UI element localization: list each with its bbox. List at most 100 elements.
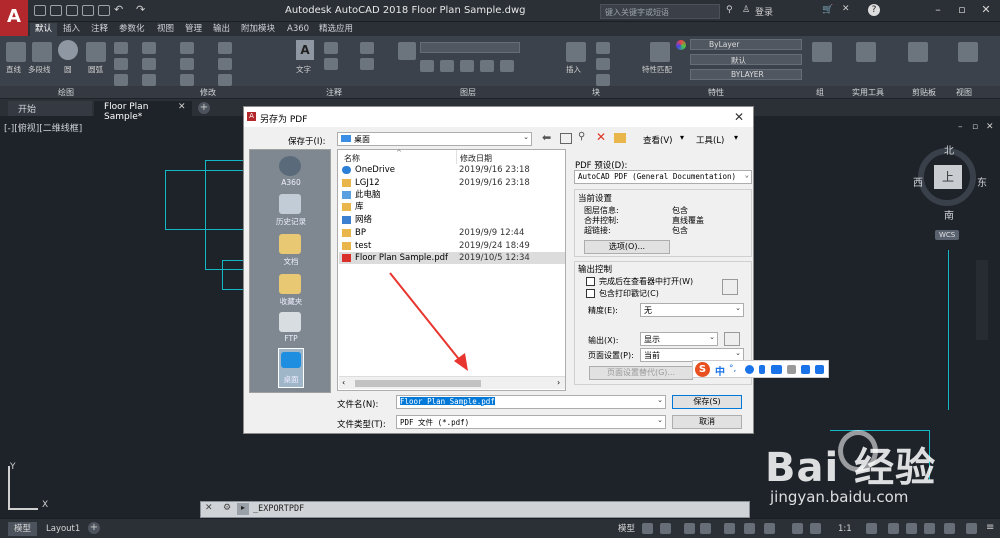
tab-insert[interactable]: 插入	[58, 23, 85, 36]
grid-icon[interactable]	[642, 523, 653, 534]
file-row[interactable]: 此电脑	[339, 189, 565, 201]
group-view[interactable]: 视图	[956, 87, 972, 98]
redo-icon[interactable]: ↷	[136, 3, 145, 16]
user-icon[interactable]	[787, 365, 796, 374]
lineweight-dropdown[interactable]: BYLAYER	[690, 69, 802, 80]
layer-dropdown[interactable]	[420, 42, 520, 53]
sogou-logo-icon[interactable]: S	[695, 362, 710, 377]
viewport-controls[interactable]: [-][俯视][二维线框]	[4, 121, 82, 134]
emoji-icon[interactable]	[745, 365, 754, 374]
view-menu-arrow-icon[interactable]: ▾	[680, 133, 684, 142]
lineweight-icon[interactable]	[764, 523, 775, 534]
horizontal-scrollbar[interactable]: ‹ ›	[339, 376, 565, 389]
open-file-icon[interactable]	[50, 5, 62, 16]
tab-home[interactable]: 默认	[30, 23, 58, 36]
save-icon[interactable]	[66, 5, 78, 16]
save-button[interactable]: 保存(S)	[672, 395, 742, 409]
wcs-menu[interactable]: WCS	[935, 230, 960, 240]
arc-tool-icon[interactable]	[86, 42, 106, 62]
annotation-scale-icon[interactable]	[792, 523, 803, 534]
app-menu-button[interactable]: A	[0, 0, 28, 36]
cancel-button[interactable]: 取消	[672, 415, 742, 429]
undo-icon[interactable]: ↶	[114, 3, 123, 16]
scale-dropdown[interactable]: 1:1	[832, 522, 858, 536]
dialog-title-bar[interactable]: A 另存为 PDF ✕	[244, 107, 753, 127]
place-history[interactable]: 历史记录	[250, 216, 332, 227]
view-menu[interactable]: 查看(V)	[643, 134, 672, 146]
group-properties[interactable]: 特性	[708, 87, 724, 98]
measure-icon[interactable]	[856, 42, 876, 62]
output-dropdown[interactable]: 显示 ⌄	[640, 332, 718, 346]
tab-start[interactable]: 开始	[8, 101, 92, 116]
viewport-restore-icon[interactable]: ▫	[972, 122, 978, 132]
open-after-checkbox[interactable]	[586, 277, 595, 286]
file-row[interactable]: 网络	[339, 214, 565, 226]
viewport-minimize-icon[interactable]: –	[958, 122, 963, 132]
tab-addins[interactable]: 附加模块	[236, 23, 280, 36]
options-button[interactable]: 选项(O)...	[584, 240, 670, 254]
delete-icon[interactable]: ✕	[596, 130, 606, 144]
model-space-button[interactable]: 模型	[612, 522, 641, 536]
place-favorites[interactable]: 收藏夹	[250, 296, 332, 307]
group-draw[interactable]: 绘图	[58, 87, 74, 98]
back-icon[interactable]: ⬅	[542, 131, 551, 144]
base-view-icon[interactable]	[958, 42, 978, 62]
match-properties-icon[interactable]	[650, 42, 670, 62]
search-web-icon[interactable]: ⚲	[578, 131, 585, 142]
command-close-icon[interactable]: ✕	[205, 503, 213, 513]
annotation-monitor-icon[interactable]	[888, 523, 899, 534]
tools-menu[interactable]: 工具(L)	[696, 134, 724, 146]
circle-tool-icon[interactable]	[58, 40, 78, 60]
up-folder-icon[interactable]	[560, 133, 572, 144]
compass-east[interactable]: 东	[977, 174, 987, 189]
new-folder-icon[interactable]	[614, 133, 626, 143]
ime-toolbar[interactable]: S 中 °,	[692, 360, 829, 378]
save-in-dropdown[interactable]: 桌面 ⌄	[337, 132, 532, 146]
place-documents[interactable]: 文档	[250, 256, 332, 267]
favorites-icon[interactable]	[279, 274, 301, 294]
compass-south[interactable]: 南	[944, 207, 954, 222]
history-icon[interactable]	[279, 194, 301, 214]
desktop-icon[interactable]	[281, 352, 301, 368]
documents-icon[interactable]	[279, 234, 301, 254]
tab-parametric[interactable]: 参数化	[114, 23, 150, 36]
user-icon[interactable]: ♙	[742, 5, 750, 15]
customization-icon[interactable]: ≡	[986, 522, 994, 533]
cart-icon[interactable]: 🛒	[822, 5, 833, 15]
tab-view[interactable]: 视图	[152, 23, 179, 36]
group-layers[interactable]: 图层	[460, 87, 476, 98]
column-modified[interactable]: 修改日期	[460, 153, 492, 164]
scroll-left-icon[interactable]: ‹	[342, 378, 345, 387]
pdf-preset-dropdown[interactable]: AutoCAD PDF (General Documentation) ⌄	[574, 170, 752, 184]
file-row[interactable]: 库	[339, 201, 565, 213]
annotation-visibility-icon[interactable]	[810, 523, 821, 534]
line-tool-icon[interactable]	[6, 42, 26, 62]
include-stamp-checkbox[interactable]	[586, 289, 595, 298]
ftp-icon[interactable]	[279, 312, 301, 332]
navigation-bar[interactable]	[976, 260, 988, 340]
insert-block-icon[interactable]	[566, 42, 586, 62]
group-block[interactable]: 块	[592, 87, 600, 98]
exchange-icon[interactable]: ✕	[842, 4, 850, 14]
precision-dropdown[interactable]: 无 ⌄	[640, 303, 744, 317]
tools-menu-arrow-icon[interactable]: ▾	[734, 133, 738, 142]
save-as-icon[interactable]	[82, 5, 94, 16]
compass-west[interactable]: 西	[913, 174, 923, 189]
new-file-icon[interactable]	[34, 5, 46, 16]
toolbox-icon[interactable]	[815, 365, 824, 374]
text-tool-icon[interactable]: A	[296, 40, 314, 60]
viewport-close-icon[interactable]: ✕	[986, 122, 994, 132]
tab-annotate[interactable]: 注释	[86, 23, 113, 36]
place-desktop[interactable]: 桌面	[250, 374, 332, 385]
keyboard-icon[interactable]	[771, 365, 782, 374]
filetype-dropdown[interactable]: PDF 文件 (*.pdf) ⌄	[396, 415, 666, 429]
a360-icon[interactable]	[279, 156, 301, 176]
file-row-selected[interactable]: Floor Plan Sample.pdf 2019/10/5 12:34	[339, 252, 565, 264]
scrollbar-thumb[interactable]	[355, 380, 481, 387]
group-icon[interactable]	[812, 42, 832, 62]
column-name[interactable]: 名称	[344, 153, 360, 164]
ime-language-toggle[interactable]: 中	[715, 363, 725, 378]
punctuation-icon[interactable]: °,	[729, 364, 736, 374]
tab-layout1[interactable]: Layout1	[40, 522, 86, 536]
skin-icon[interactable]	[801, 365, 810, 374]
